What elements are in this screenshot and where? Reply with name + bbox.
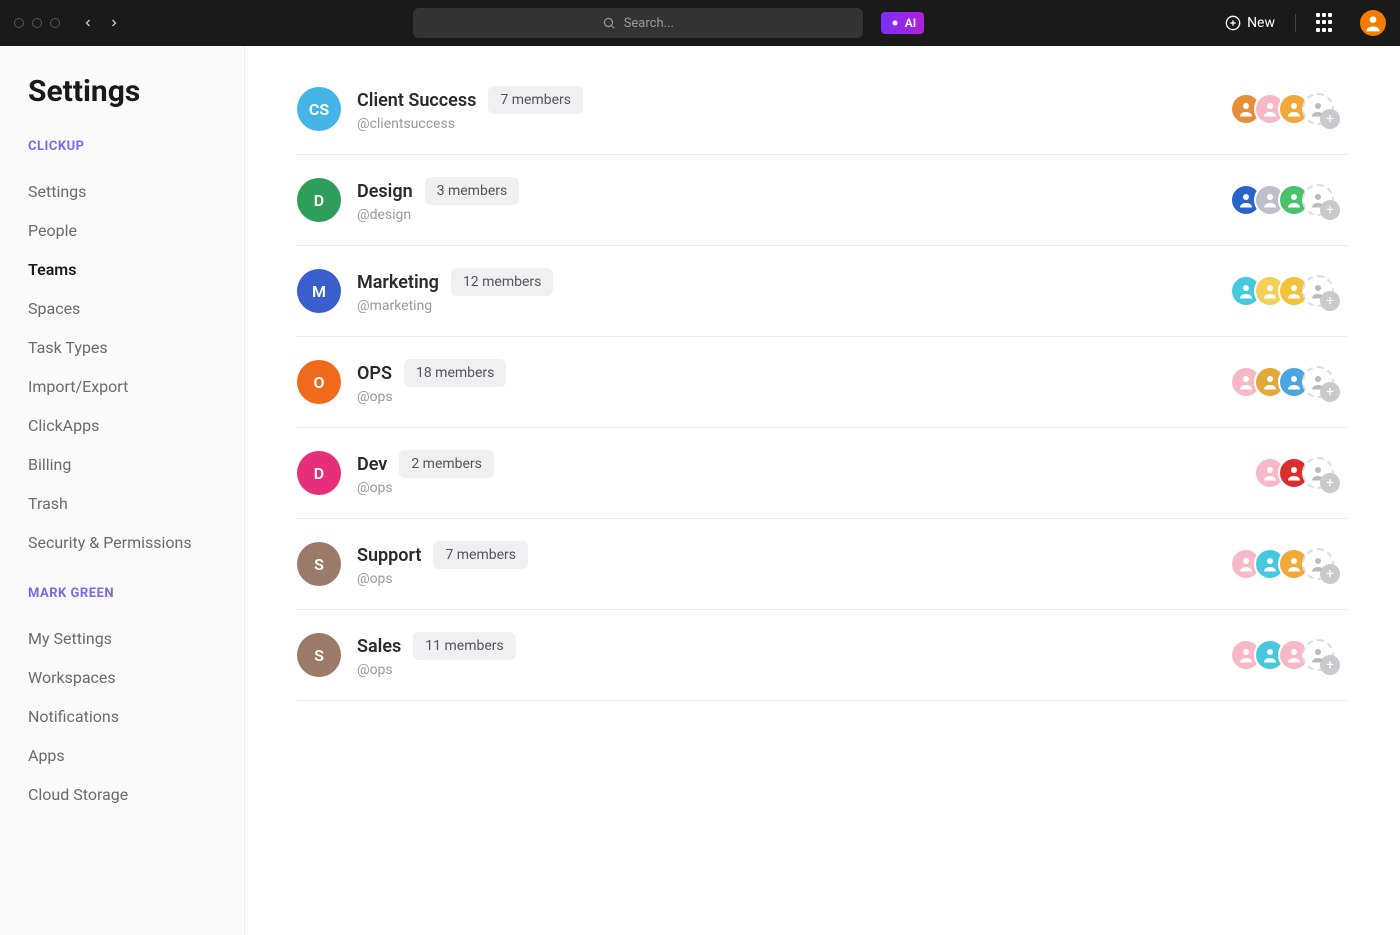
plus-circle-icon — [1225, 15, 1241, 31]
add-member-button[interactable]: + — [1320, 564, 1340, 584]
sidebar-item-cloud-storage[interactable]: Cloud Storage — [28, 775, 244, 814]
team-info: Support 7 members @ops — [357, 541, 528, 587]
sidebar-item-import-export[interactable]: Import/Export — [28, 367, 244, 406]
sidebar-item-settings[interactable]: Settings — [28, 172, 244, 211]
team-info: Sales 11 members @ops — [357, 632, 516, 678]
search-input[interactable]: Search... — [413, 8, 863, 38]
team-members: + — [1230, 639, 1348, 671]
team-row[interactable]: D Design 3 members @design + — [297, 155, 1348, 246]
team-avatar: CS — [297, 87, 341, 131]
team-member-count: 2 members — [399, 450, 494, 478]
team-member-count: 11 members — [413, 632, 515, 660]
sidebar-section-header: MARK GREEN — [28, 586, 244, 601]
team-name: Marketing — [357, 272, 439, 293]
add-member-button[interactable]: + — [1320, 109, 1340, 129]
team-members: + — [1230, 275, 1348, 307]
sidebar: Settings CLICKUPSettingsPeopleTeamsSpace… — [0, 46, 245, 935]
team-name: Design — [357, 181, 413, 202]
window-traffic-lights — [14, 18, 60, 28]
main-content: CS Client Success 7 members @clientsuccess +… — [245, 46, 1400, 935]
team-members: + — [1230, 184, 1348, 216]
topbar: Search... AI New — [0, 0, 1400, 46]
team-members: + — [1230, 366, 1348, 398]
sidebar-item-clickapps[interactable]: ClickApps — [28, 406, 244, 445]
team-row[interactable]: S Sales 11 members @ops + — [297, 610, 1348, 701]
team-member-count: 7 members — [433, 541, 528, 569]
search-icon — [602, 16, 616, 30]
team-handle: @ops — [357, 389, 506, 405]
team-handle: @clientsuccess — [357, 116, 583, 132]
topbar-divider — [1295, 14, 1296, 32]
team-avatar: D — [297, 178, 341, 222]
team-handle: @ops — [357, 480, 494, 496]
team-members: + — [1254, 457, 1348, 489]
team-name: Dev — [357, 454, 387, 475]
team-handle: @ops — [357, 662, 516, 678]
maximize-window-dot[interactable] — [50, 18, 60, 28]
sidebar-item-notifications[interactable]: Notifications — [28, 697, 244, 736]
sidebar-item-teams[interactable]: Teams — [28, 250, 244, 289]
team-info: OPS 18 members @ops — [357, 359, 506, 405]
minimize-window-dot[interactable] — [32, 18, 42, 28]
team-member-count: 3 members — [425, 177, 520, 205]
add-member-button[interactable]: + — [1320, 382, 1340, 402]
nav-arrows — [78, 13, 124, 33]
team-avatar: S — [297, 542, 341, 586]
sidebar-item-trash[interactable]: Trash — [28, 484, 244, 523]
sidebar-item-people[interactable]: People — [28, 211, 244, 250]
team-handle: @design — [357, 207, 519, 223]
team-handle: @ops — [357, 571, 528, 587]
team-members: + — [1230, 93, 1348, 125]
forward-button[interactable] — [104, 13, 124, 33]
new-button[interactable]: New — [1225, 15, 1275, 31]
sidebar-item-my-settings[interactable]: My Settings — [28, 619, 244, 658]
team-name: Support — [357, 545, 421, 566]
page-title: Settings — [28, 74, 244, 109]
team-row[interactable]: CS Client Success 7 members @clientsuccess + — [297, 86, 1348, 155]
add-member-button[interactable]: + — [1320, 473, 1340, 493]
user-avatar[interactable] — [1360, 10, 1386, 36]
team-info: Marketing 12 members @marketing — [357, 268, 553, 314]
team-avatar: O — [297, 360, 341, 404]
ai-icon — [889, 17, 901, 29]
close-window-dot[interactable] — [14, 18, 24, 28]
add-member-button[interactable]: + — [1320, 200, 1340, 220]
add-member-button[interactable]: + — [1320, 655, 1340, 675]
team-name: Sales — [357, 636, 401, 657]
sidebar-item-spaces[interactable]: Spaces — [28, 289, 244, 328]
team-member-count: 7 members — [488, 86, 583, 114]
team-name: OPS — [357, 363, 392, 384]
team-row[interactable]: O OPS 18 members @ops + — [297, 337, 1348, 428]
team-info: Design 3 members @design — [357, 177, 519, 223]
team-info: Dev 2 members @ops — [357, 450, 494, 496]
sidebar-item-apps[interactable]: Apps — [28, 736, 244, 775]
team-name: Client Success — [357, 90, 476, 111]
sidebar-item-workspaces[interactable]: Workspaces — [28, 658, 244, 697]
team-members: + — [1230, 548, 1348, 580]
sidebar-item-task-types[interactable]: Task Types — [28, 328, 244, 367]
team-row[interactable]: M Marketing 12 members @marketing + — [297, 246, 1348, 337]
sidebar-item-billing[interactable]: Billing — [28, 445, 244, 484]
team-info: Client Success 7 members @clientsuccess — [357, 86, 583, 132]
sidebar-section-header: CLICKUP — [28, 139, 244, 154]
apps-menu-icon[interactable] — [1316, 13, 1336, 33]
team-row[interactable]: S Support 7 members @ops + — [297, 519, 1348, 610]
sidebar-item-security-permissions[interactable]: Security & Permissions — [28, 523, 244, 562]
team-row[interactable]: D Dev 2 members @ops + — [297, 428, 1348, 519]
team-member-count: 12 members — [451, 268, 553, 296]
team-member-count: 18 members — [404, 359, 506, 387]
team-handle: @marketing — [357, 298, 553, 314]
add-member-button[interactable]: + — [1320, 291, 1340, 311]
team-avatar: D — [297, 451, 341, 495]
ai-button[interactable]: AI — [881, 12, 924, 34]
team-avatar: S — [297, 633, 341, 677]
search-placeholder: Search... — [624, 16, 674, 31]
back-button[interactable] — [78, 13, 98, 33]
team-avatar: M — [297, 269, 341, 313]
